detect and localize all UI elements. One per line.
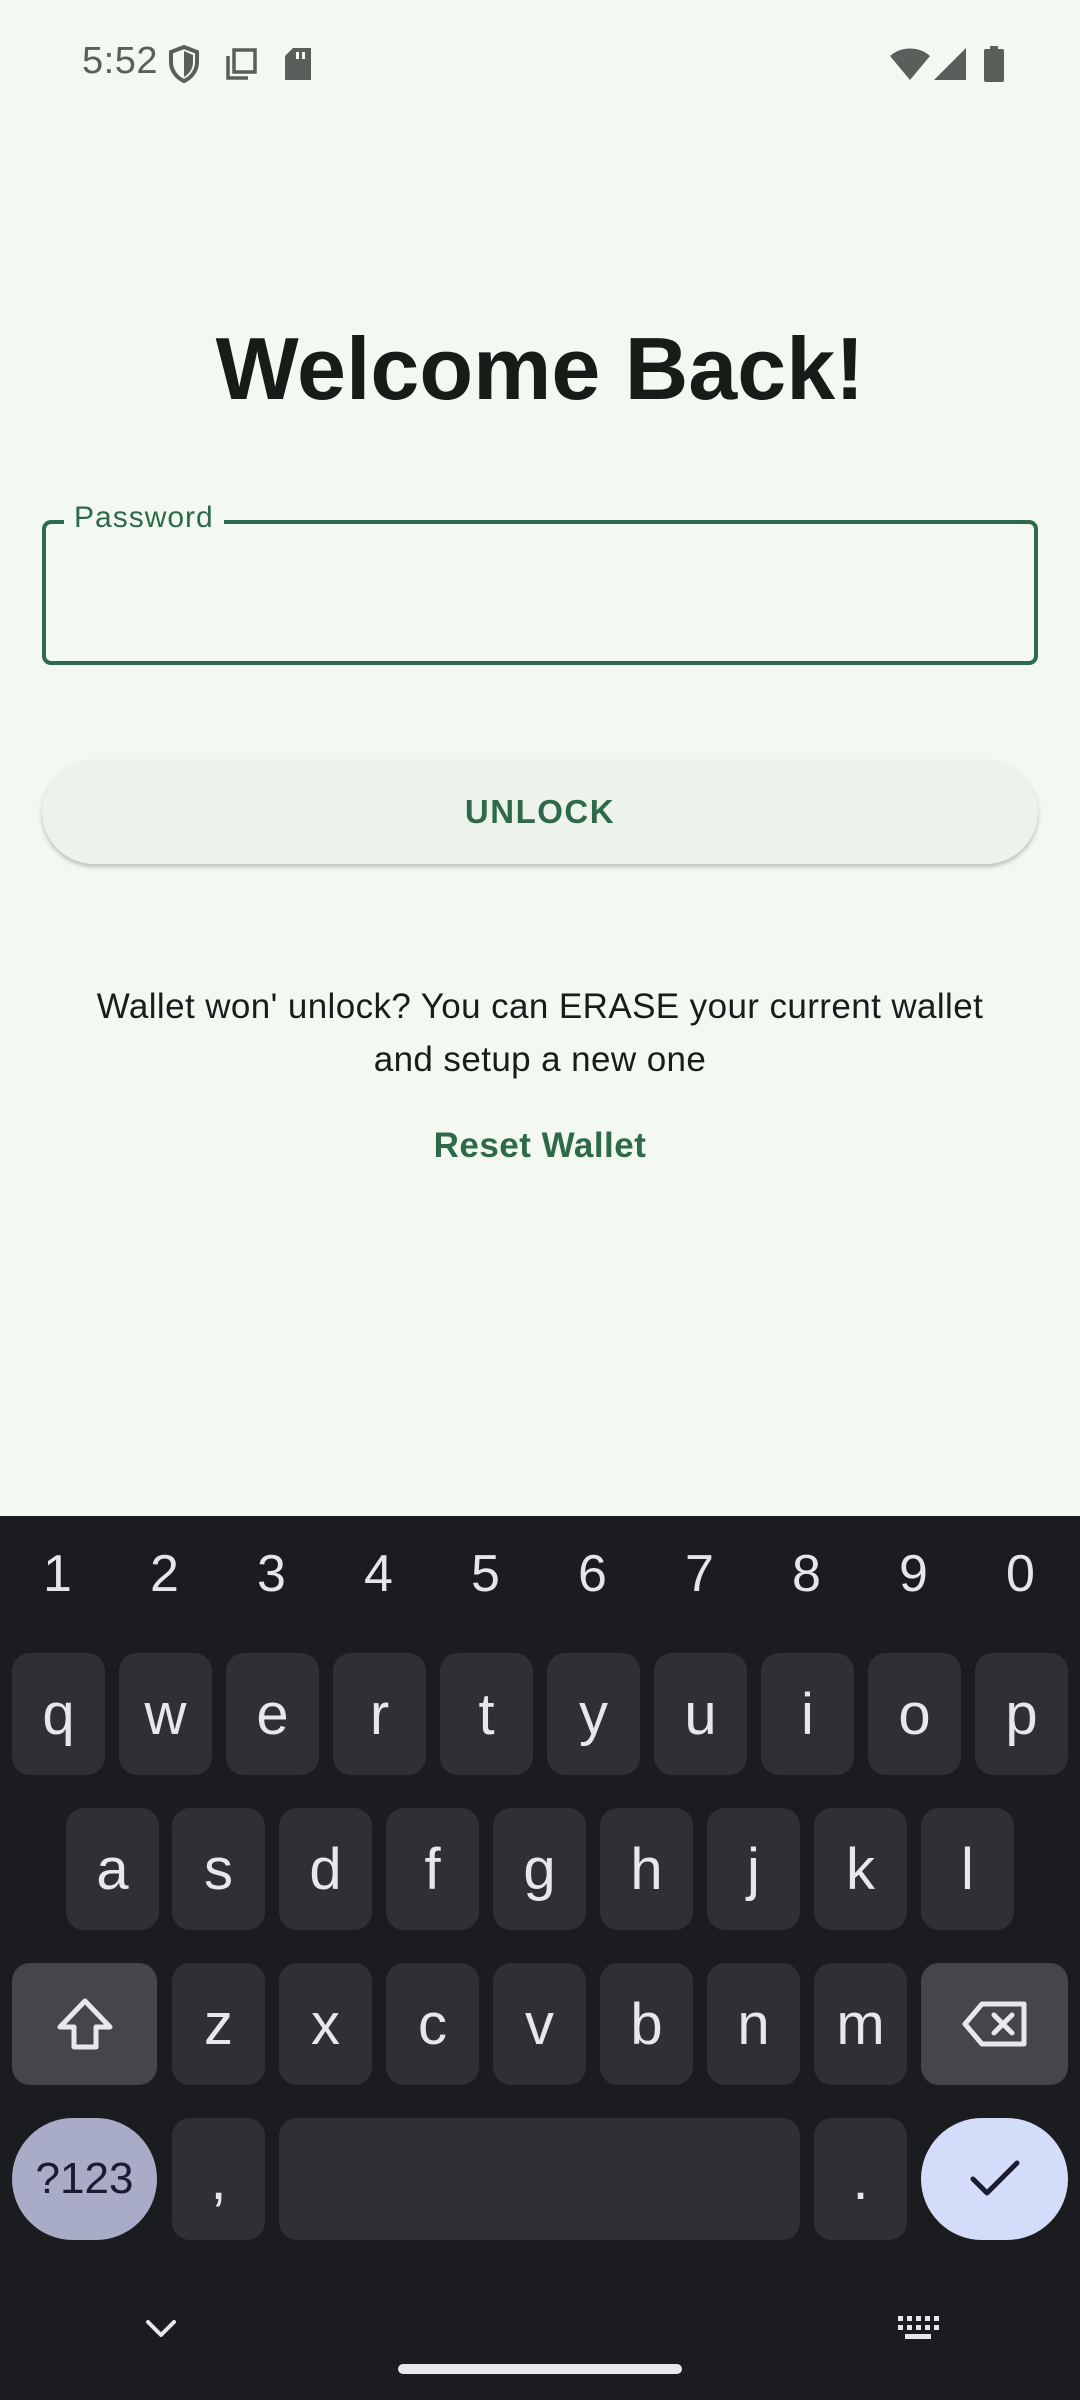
space-key[interactable] bbox=[279, 2118, 800, 2240]
enter-key[interactable] bbox=[921, 2118, 1068, 2240]
key-d[interactable]: d bbox=[279, 1808, 372, 1930]
battery-icon bbox=[980, 44, 1008, 84]
key-c[interactable]: c bbox=[386, 1963, 479, 2085]
keyboard-switch-icon[interactable] bbox=[896, 2314, 940, 2347]
key-j[interactable]: j bbox=[707, 1808, 800, 1930]
key-5[interactable]: 5 bbox=[432, 1544, 539, 1604]
hide-keyboard-icon[interactable] bbox=[144, 2318, 178, 2345]
shield-icon bbox=[164, 44, 204, 84]
status-time: 5:52 bbox=[82, 40, 158, 82]
key-q[interactable]: q bbox=[12, 1653, 105, 1775]
key-k[interactable]: k bbox=[814, 1808, 907, 1930]
key-2[interactable]: 2 bbox=[111, 1544, 218, 1604]
key-u[interactable]: u bbox=[654, 1653, 747, 1775]
key-9[interactable]: 9 bbox=[860, 1544, 967, 1604]
check-icon bbox=[970, 2160, 1019, 2196]
key-3[interactable]: 3 bbox=[218, 1544, 325, 1604]
number-row: 1 2 3 4 5 6 7 8 9 0 bbox=[0, 1516, 1080, 1636]
key-n[interactable]: n bbox=[707, 1963, 800, 2085]
key-x[interactable]: x bbox=[279, 1963, 372, 2085]
shift-key[interactable] bbox=[12, 1963, 157, 2085]
key-t[interactable]: t bbox=[440, 1653, 533, 1775]
backspace-key[interactable] bbox=[921, 1963, 1068, 2085]
copy-icon bbox=[222, 44, 260, 84]
key-m[interactable]: m bbox=[814, 1963, 907, 2085]
keyboard-nav-bar bbox=[0, 2270, 1080, 2400]
key-g[interactable]: g bbox=[493, 1808, 586, 1930]
key-0[interactable]: 0 bbox=[967, 1544, 1074, 1604]
password-input[interactable] bbox=[70, 556, 1010, 636]
key-p[interactable]: p bbox=[975, 1653, 1068, 1775]
key-a[interactable]: a bbox=[66, 1808, 159, 1930]
comma-key[interactable]: , bbox=[172, 2118, 265, 2240]
key-i[interactable]: i bbox=[761, 1653, 854, 1775]
backspace-icon bbox=[962, 2001, 1026, 2047]
key-h[interactable]: h bbox=[600, 1808, 693, 1930]
key-4[interactable]: 4 bbox=[325, 1544, 432, 1604]
key-v[interactable]: v bbox=[493, 1963, 586, 2085]
key-e[interactable]: e bbox=[226, 1653, 319, 1775]
key-z[interactable]: z bbox=[172, 1963, 265, 2085]
reset-info-line-2: and setup a new one bbox=[373, 1040, 707, 1079]
shift-icon bbox=[57, 1998, 112, 2050]
page-title: Welcome Back! bbox=[215, 319, 865, 418]
key-l[interactable]: l bbox=[921, 1808, 1014, 1930]
key-o[interactable]: o bbox=[868, 1653, 961, 1775]
key-s[interactable]: s bbox=[172, 1808, 265, 1930]
key-6[interactable]: 6 bbox=[539, 1544, 646, 1604]
status-bar: 5:52 bbox=[0, 0, 1080, 128]
key-7[interactable]: 7 bbox=[646, 1544, 753, 1604]
key-f[interactable]: f bbox=[386, 1808, 479, 1930]
reset-wallet-button[interactable]: Reset Wallet bbox=[0, 1126, 1080, 1166]
home-indicator[interactable] bbox=[398, 2364, 682, 2374]
key-r[interactable]: r bbox=[333, 1653, 426, 1775]
symbols-key[interactable]: ?123 bbox=[12, 2118, 157, 2240]
reset-info-line-1: Wallet won' unlock? You can ERASE your c… bbox=[96, 987, 984, 1026]
key-1[interactable]: 1 bbox=[4, 1544, 111, 1604]
period-key[interactable]: . bbox=[814, 2118, 907, 2240]
key-8[interactable]: 8 bbox=[753, 1544, 860, 1604]
key-w[interactable]: w bbox=[119, 1653, 212, 1775]
signal-icon bbox=[932, 44, 968, 84]
password-label: Password bbox=[64, 501, 224, 535]
unlock-button[interactable]: UNLOCK bbox=[42, 760, 1038, 864]
wifi-icon bbox=[888, 44, 932, 84]
key-y[interactable]: y bbox=[547, 1653, 640, 1775]
soft-keyboard: 1 2 3 4 5 6 7 8 9 0 bbox=[0, 1516, 1080, 2400]
sd-card-icon bbox=[280, 44, 316, 84]
reset-info-text: Wallet won' unlock? You can ERASE your c… bbox=[60, 980, 1020, 1086]
key-b[interactable]: b bbox=[600, 1963, 693, 2085]
